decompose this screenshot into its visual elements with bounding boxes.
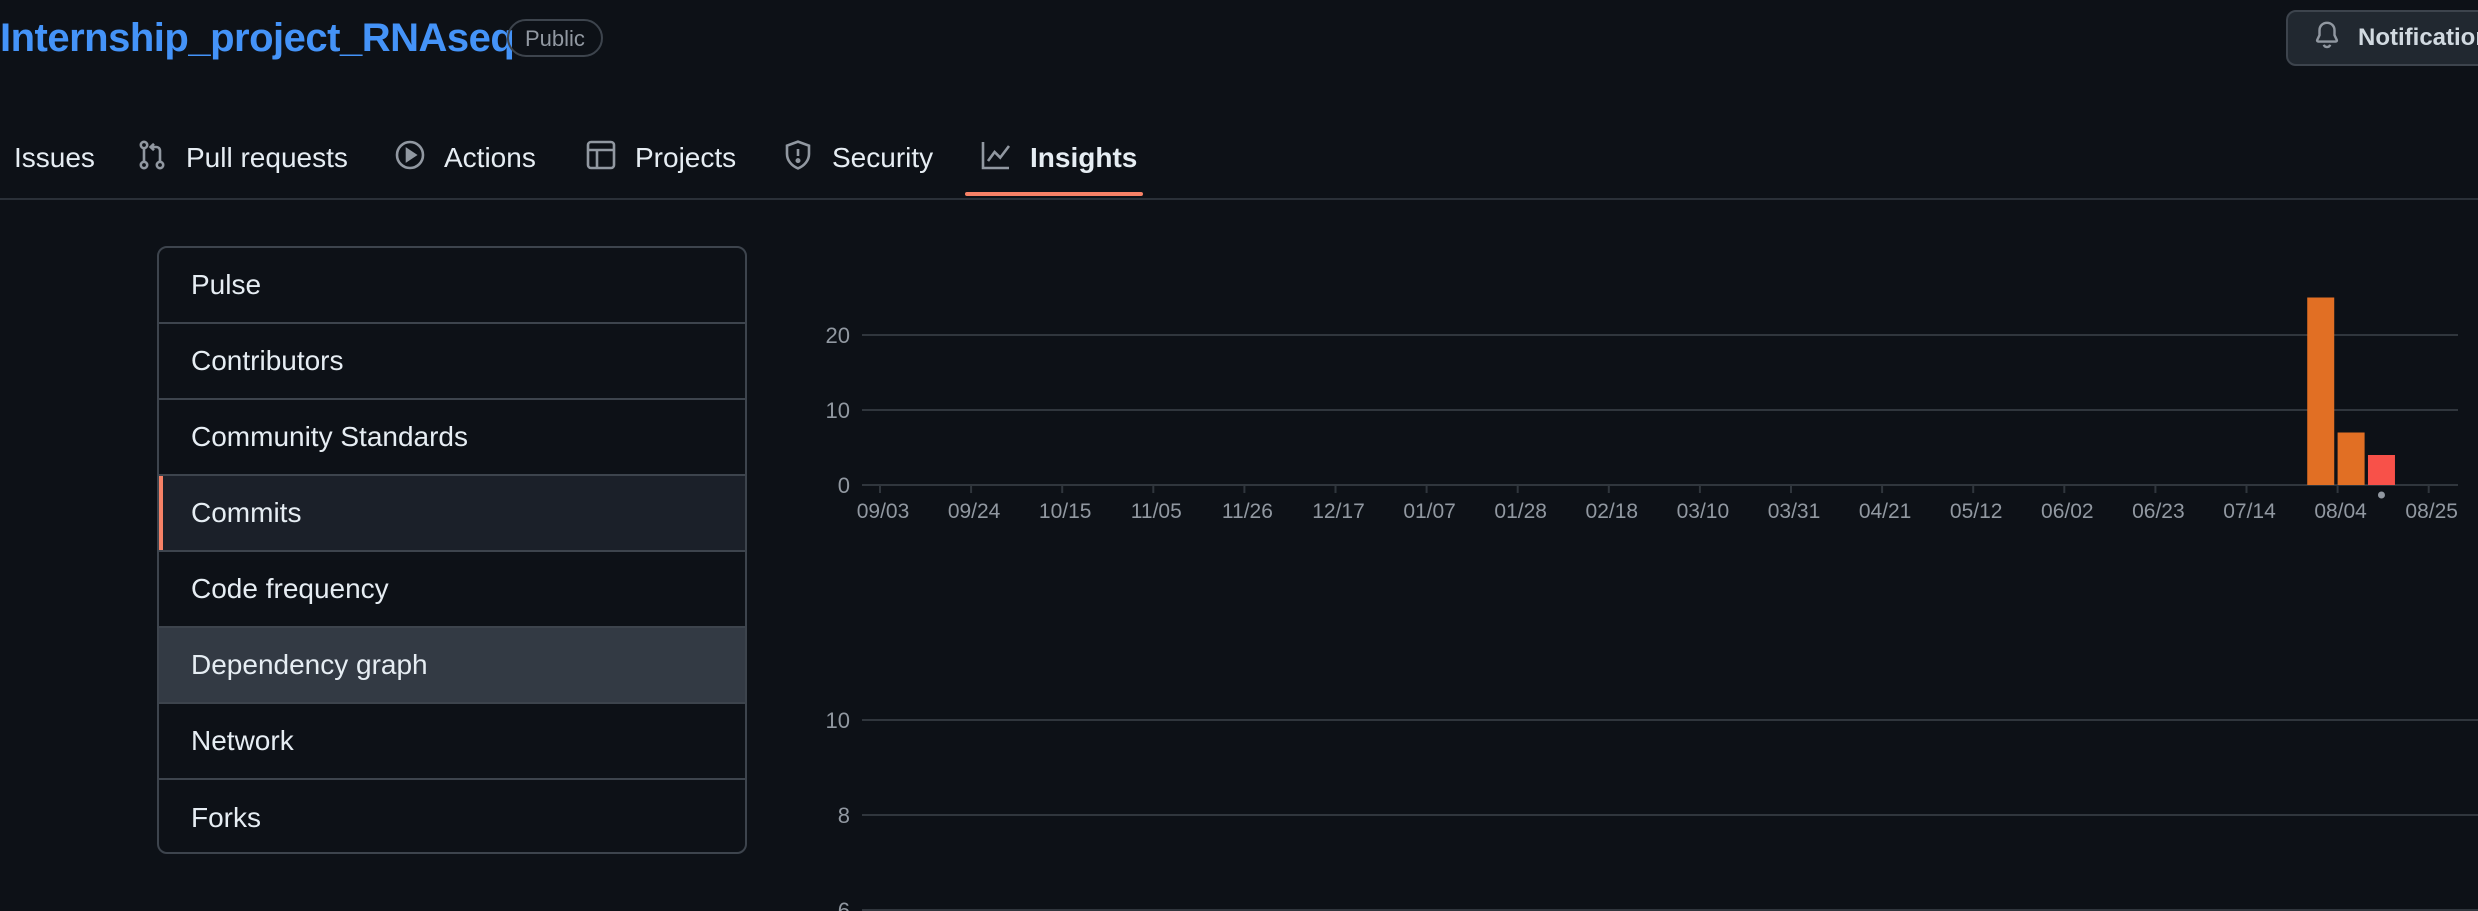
tab-label: Insights [1030,142,1138,173]
play-icon [394,139,426,178]
x-tick-label: 08/25 [2405,500,2458,523]
sidebar-item-label: Code frequency [191,573,389,604]
tab-actions[interactable]: Actions [394,118,536,198]
tab-issues[interactable]: Issues [14,118,95,198]
notifications-label: Notifications [2358,24,2478,51]
tab-label: Projects [635,142,737,173]
sidebar-item-label: Network [191,725,294,756]
x-tick-label: 10/15 [1039,500,1092,523]
repo-nav-tabs: Issues Pull requests Actions Projects Se… [0,118,2478,200]
notifications-button[interactable]: Notifications [2286,10,2478,66]
insights-sidebar: Pulse Contributors Community Standards C… [157,246,747,854]
y-tick-label: 10 [826,708,850,733]
tab-label: Actions [444,142,536,173]
tab-projects[interactable]: Projects [585,118,736,198]
x-tick-label: 02/18 [1586,500,1639,523]
git-pull-request-icon [136,139,168,178]
active-tab-indicator [965,192,1143,196]
y-tick-label: 20 [826,323,850,348]
x-tick-label: 11/26 [1222,500,1273,523]
tab-pull-requests[interactable]: Pull requests [136,118,348,198]
x-tick-label: 09/24 [948,500,1001,523]
y-tick-label: 0 [838,473,850,498]
sidebar-item-code-frequency[interactable]: Code frequency [159,552,745,628]
commits-weekday-chart: 6 8 10 [826,708,2478,911]
y-tick-label: 6 [838,898,850,911]
sidebar-item-commits[interactable]: Commits [159,476,745,552]
sidebar-item-contributors[interactable]: Contributors [159,324,745,400]
x-tick-label: 06/02 [2041,500,2094,523]
current-week-marker [2377,491,2385,499]
x-tick-label: 08/04 [2314,500,2367,523]
commits-chart: 0 10 20 09/03 09/24 10/15 11/05 11/26 12/17 01/07… [826,297,2458,523]
sidebar-item-label: Pulse [191,269,262,300]
tab-security[interactable]: Security [782,118,933,198]
commit-bar [2307,297,2335,485]
sidebar-item-label: Forks [191,802,261,833]
x-tick-label: 12/17 [1312,500,1365,523]
commit-bar [2337,432,2365,485]
y-tick-label: 10 [826,398,850,423]
sidebar-item-network[interactable]: Network [159,704,745,780]
shield-icon [782,139,814,178]
x-tick-label: 11/05 [1131,500,1182,523]
y-tick-label: 8 [838,803,850,828]
x-tick-label: 07/14 [2223,500,2276,523]
sidebar-item-community-standards[interactable]: Community Standards [159,400,745,476]
x-tick-label: 03/31 [1768,500,1821,523]
x-tick-label: 05/12 [1950,500,2003,523]
x-tick-label: 06/23 [2132,500,2185,523]
tab-label: Pull requests [186,142,348,173]
x-tick-label: 03/10 [1677,500,1730,523]
sidebar-item-label: Dependency graph [191,649,428,680]
sidebar-item-label: Contributors [191,345,344,376]
table-icon [585,139,617,178]
sidebar-item-forks[interactable]: Forks [159,780,745,852]
tab-insights[interactable]: Insights [980,118,1137,198]
repo-name-link[interactable]: Internship_project_RNAseq [0,16,515,61]
graph-icon [980,139,1012,178]
tab-label: Issues [14,142,95,173]
visibility-badge: Public [507,19,603,57]
sidebar-item-label: Community Standards [191,421,469,452]
x-tick-label: 04/21 [1859,500,1912,523]
tab-label: Security [832,142,934,173]
sidebar-item-pulse[interactable]: Pulse [159,248,745,324]
bell-icon [2312,20,2342,57]
commit-bar [2367,455,2395,485]
sidebar-item-label: Commits [191,497,302,528]
x-tick-label: 01/28 [1494,500,1547,523]
x-tick-label: 01/07 [1403,500,1456,523]
x-tick-label: 09/03 [857,500,910,523]
sidebar-item-dependency-graph[interactable]: Dependency graph [159,628,745,704]
